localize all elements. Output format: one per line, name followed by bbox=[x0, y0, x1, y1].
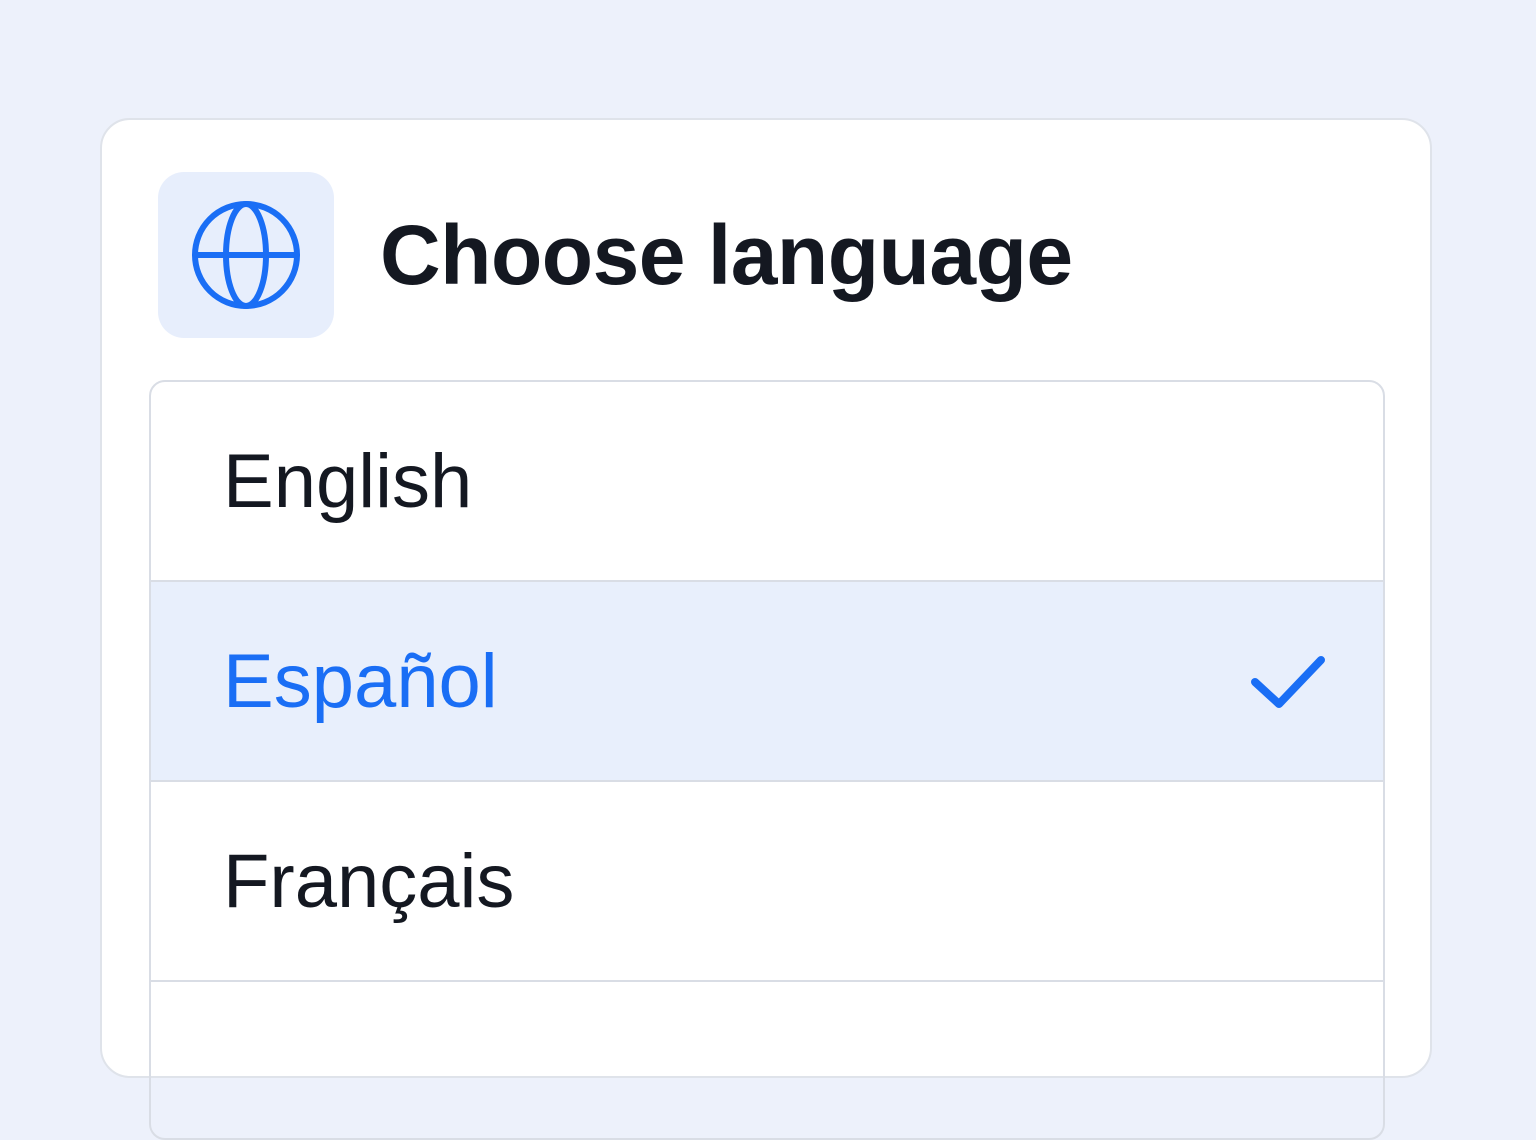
language-option-label: Français bbox=[223, 838, 515, 924]
language-list: English Español Français bbox=[149, 380, 1385, 1140]
checkmark-icon bbox=[1251, 656, 1325, 708]
language-option-espanol[interactable]: Español bbox=[151, 582, 1383, 782]
language-option-english[interactable]: English bbox=[151, 382, 1383, 582]
language-option-francais[interactable]: Français bbox=[151, 782, 1383, 982]
dialog-title: Choose language bbox=[380, 207, 1073, 302]
language-card: Choose language English Español Français bbox=[100, 118, 1432, 1140]
globe-icon-tile bbox=[158, 172, 334, 338]
globe-icon bbox=[192, 201, 300, 309]
card-header: Choose language bbox=[158, 172, 1073, 338]
language-option-label: Español bbox=[223, 638, 498, 724]
language-option-label: English bbox=[223, 438, 473, 524]
